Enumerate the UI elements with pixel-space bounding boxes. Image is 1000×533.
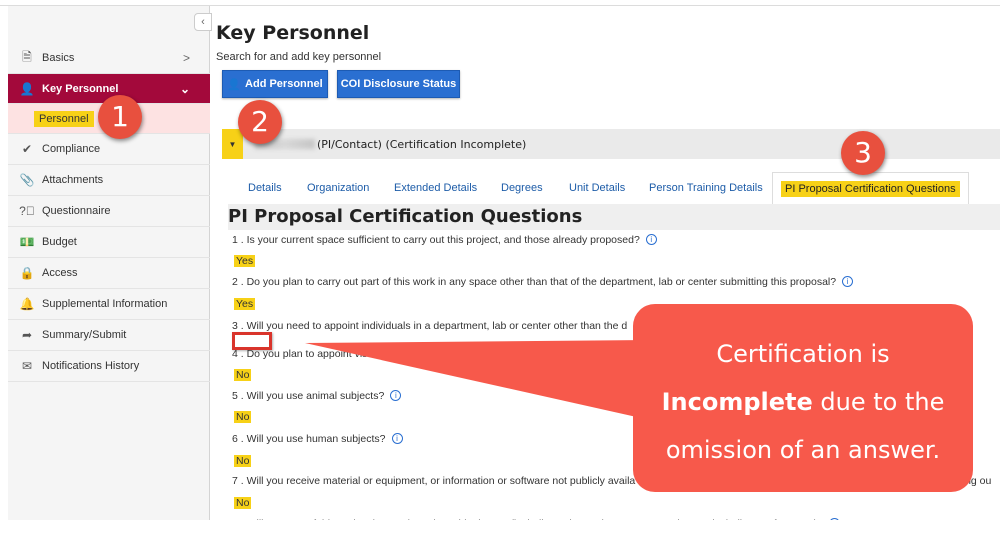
callout-emphasis: Incomplete (661, 388, 813, 416)
torn-edge (0, 520, 1000, 533)
callout-pointer-shape (305, 340, 650, 420)
step-badge-2: 2 (238, 100, 282, 144)
callout-line-1: Certification is (716, 340, 890, 368)
callout-line-2: Incomplete due to the (633, 378, 973, 426)
callout-line-3: omission of an answer. (665, 436, 941, 464)
step-badge-3: 3 (841, 131, 885, 175)
annotation-callout: Certification is Incomplete due to the o… (633, 304, 973, 492)
callout-line-2-rest: due to the (812, 388, 945, 416)
step-badge-1: 1 (98, 95, 142, 139)
screenshot-root: 🗎 Basics > 👤 Key Personnel ⌄ Personnel ✔… (0, 0, 1000, 533)
